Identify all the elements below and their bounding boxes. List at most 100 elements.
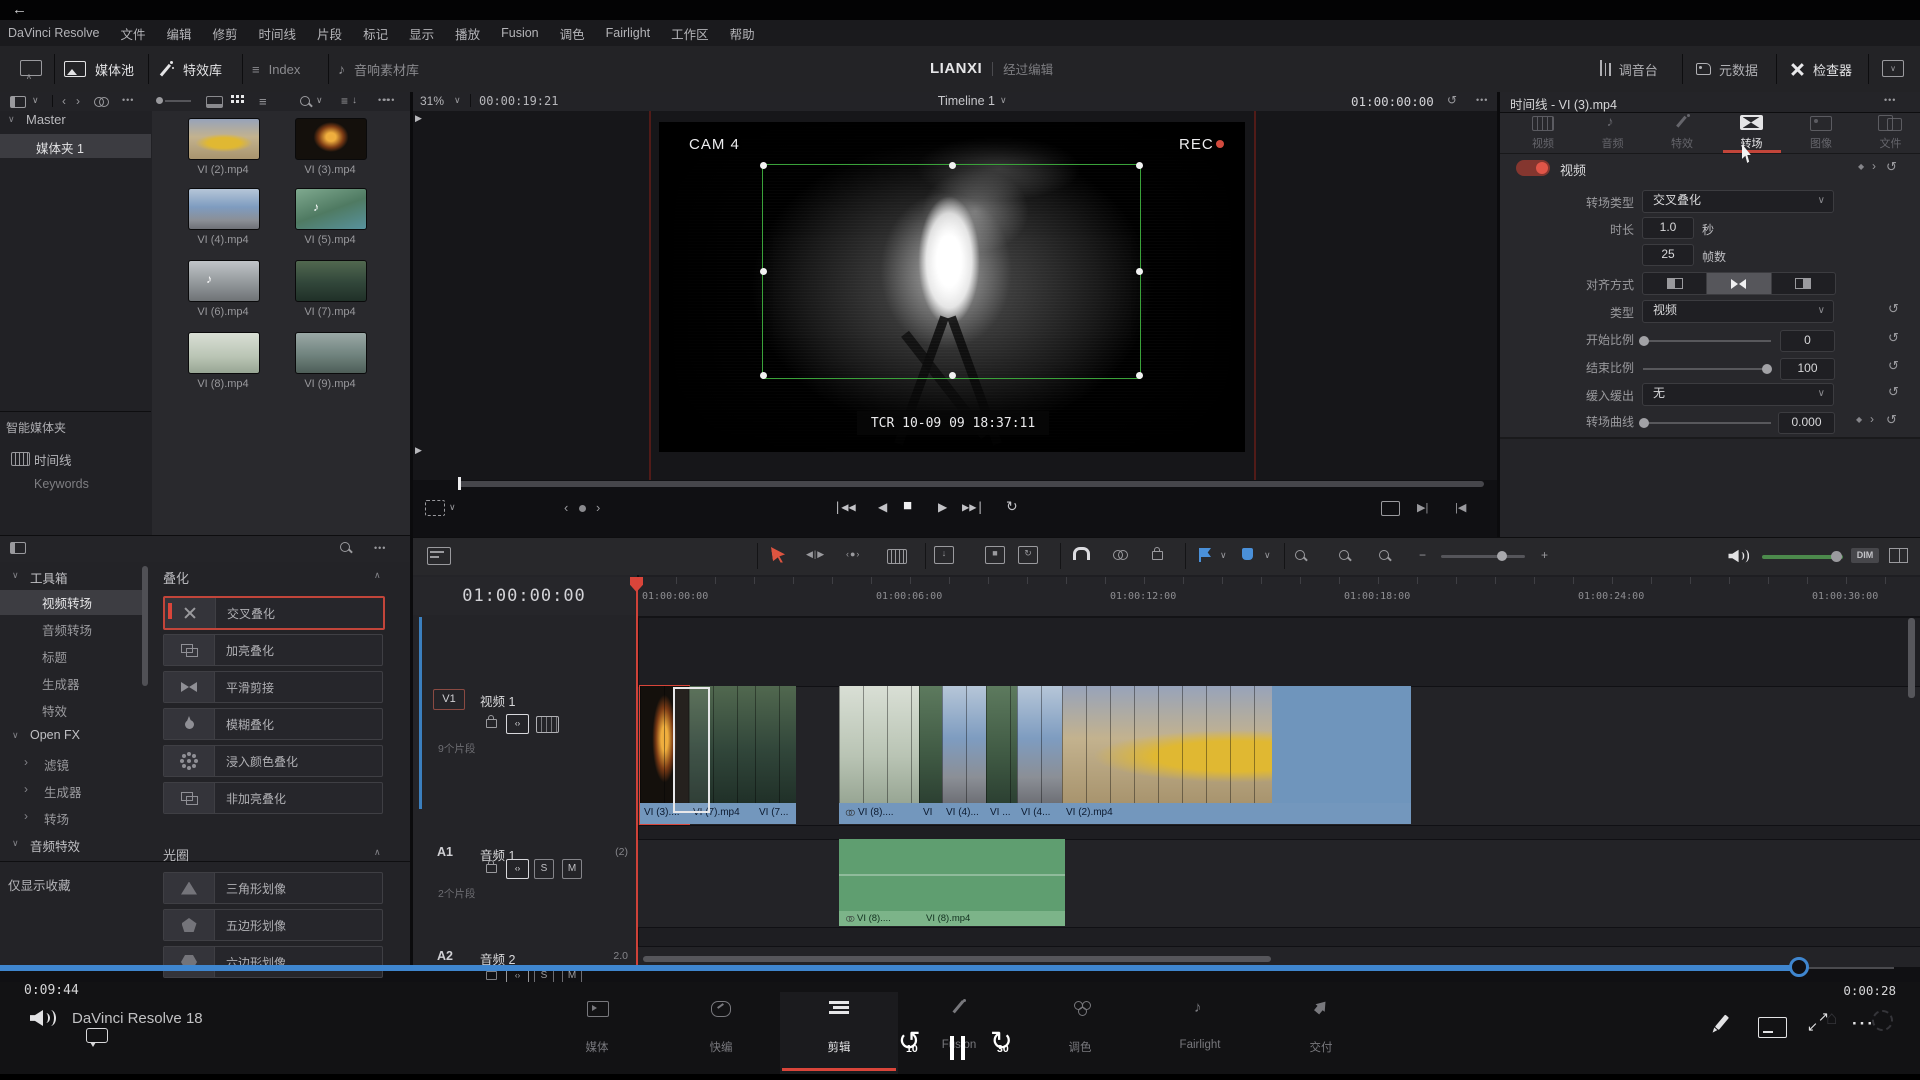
zoom-slider-track[interactable] <box>1441 555 1525 558</box>
mp-clip-name[interactable]: VI (6).mp4 <box>176 306 270 320</box>
end-ratio-value[interactable]: 100 <box>1780 358 1835 380</box>
mp-bin-master[interactable]: Master <box>26 112 146 130</box>
duration-seconds-input[interactable]: 1.0 <box>1642 217 1694 239</box>
track-a2-name[interactable]: 音频 2 <box>480 949 570 965</box>
viewer-more-icon[interactable]: ••• <box>383 95 395 105</box>
curve-keyframe-icon[interactable]: ◆ <box>1856 415 1866 425</box>
player-volume-icon[interactable] <box>30 1008 54 1028</box>
menu-item-编辑[interactable]: 编辑 <box>167 24 192 43</box>
goto-start-button[interactable]: |◀◀ <box>834 500 868 516</box>
end-ratio-knob[interactable] <box>1762 364 1772 374</box>
zoom-full-extent-icon[interactable] <box>1295 550 1305 560</box>
end-reset-icon[interactable]: ↺ <box>1888 358 1899 374</box>
collapse-toolbar-button[interactable]: ∨ <box>1882 60 1904 77</box>
fx-effect-item[interactable]: 交叉叠化 <box>163 596 385 630</box>
timeline-video-clip[interactable]: VI (7... <box>755 686 796 824</box>
dynamic-trim-icon[interactable]: ‹●› <box>846 549 872 562</box>
mp-clip-thumb[interactable] <box>188 188 260 230</box>
timeline-video-clip[interactable]: VI (4... <box>1017 686 1062 824</box>
player-progress-played[interactable] <box>0 965 1800 971</box>
timeline-video-clip[interactable]: VI ... <box>986 686 1017 824</box>
align-center-button[interactable] <box>1707 273 1771 294</box>
viewer-scrubber-playhead[interactable] <box>458 477 461 490</box>
zoom-detail-icon[interactable] <box>1339 550 1349 560</box>
dim-button[interactable]: DIM <box>1851 548 1879 563</box>
tab-图像[interactable]: 图像 <box>1793 113 1849 153</box>
back-icon[interactable]: ← <box>12 1 27 18</box>
fx-effect-item[interactable]: 六边形划像 <box>163 946 383 978</box>
volume-knob[interactable] <box>1831 551 1842 562</box>
mp-master-chevron-icon[interactable]: ∨ <box>8 114 15 125</box>
tab-转场[interactable]: 转场 <box>1724 113 1780 153</box>
curve-value[interactable]: 0.000 <box>1778 412 1835 434</box>
transform-handle[interactable] <box>949 372 956 379</box>
stop-button[interactable]: ■ <box>903 497 921 515</box>
inspector-more-icon[interactable]: ••• <box>1884 95 1896 105</box>
inspector-button[interactable]: 检查器 <box>1790 54 1852 84</box>
track-a1-lock-icon[interactable] <box>486 864 497 873</box>
start-reset-icon[interactable]: ↺ <box>1888 330 1899 346</box>
curve-knob[interactable] <box>1639 418 1649 428</box>
link-clips-icon[interactable] <box>1113 550 1127 559</box>
player-shrink-icon[interactable]: ↗↙ <box>1808 1012 1832 1036</box>
tab-特效[interactable]: 特效 <box>1654 113 1710 153</box>
prev-edit-icon[interactable]: |◀ <box>1455 501 1477 515</box>
mp-clip-name[interactable]: VI (4).mp4 <box>176 234 270 248</box>
zoom-in-icon[interactable]: + <box>1541 548 1548 562</box>
section-keyframe-icon[interactable]: ◆ <box>1858 162 1868 172</box>
mp-more-icon[interactable]: ••• <box>122 95 134 105</box>
transform-handle[interactable] <box>760 162 767 169</box>
fx-tree-item-滤镜[interactable]: 滤镜 <box>44 755 148 773</box>
transform-handle[interactable] <box>1136 162 1143 169</box>
index-button[interactable]: ≡ Index <box>252 54 300 84</box>
tab-音频[interactable]: ♪音频 <box>1585 113 1641 153</box>
menu-item-文件[interactable]: 文件 <box>120 24 145 43</box>
ease-select[interactable]: 无∨ <box>1642 383 1834 406</box>
fx-tree-caret-icon[interactable]: ∨ <box>12 570 19 581</box>
viewer-scrubber-track[interactable] <box>458 481 1484 487</box>
mp-clip-name[interactable]: VI (7).mp4 <box>283 306 377 320</box>
fx-tree-caret-icon[interactable]: › <box>24 755 28 769</box>
track-v1-view-icon[interactable] <box>536 716 559 733</box>
player-skip-forward-button[interactable]: ↻30 <box>988 1030 1024 1068</box>
snapping-magnet-icon[interactable] <box>1073 547 1090 560</box>
track-v1-name[interactable]: 视频 1 <box>480 691 580 707</box>
end-ratio-track[interactable] <box>1643 368 1771 370</box>
menu-item-播放[interactable]: 播放 <box>455 24 480 43</box>
mp-clip-name[interactable]: VI (5).mp4 <box>283 234 377 248</box>
fx-effect-item[interactable]: 三角形划像 <box>163 872 383 904</box>
page-快编[interactable]: 快编 <box>681 999 761 1069</box>
zoom-out-icon[interactable]: − <box>1419 548 1426 562</box>
timeline-hscrollbar[interactable] <box>643 956 1271 962</box>
viewer-zoom-chevron-icon[interactable]: ∨ <box>454 95 461 106</box>
mp-filmstrip-view-icon[interactable] <box>206 96 223 108</box>
video-enable-toggle[interactable] <box>1516 160 1550 176</box>
zoom-custom-icon[interactable] <box>1379 550 1389 560</box>
timeline-view-options-icon[interactable] <box>427 547 451 565</box>
type-reset-icon[interactable]: ↺ <box>1888 301 1899 317</box>
mp-clip-name[interactable]: VI (2).mp4 <box>176 164 270 178</box>
menu-item-Fusion[interactable]: Fusion <box>501 26 539 40</box>
page-媒体[interactable]: 媒体 <box>557 999 637 1069</box>
player-skip-back-button[interactable]: ↺10 <box>896 1030 932 1068</box>
fx-tree-caret-icon[interactable]: › <box>24 782 28 796</box>
curve-track[interactable] <box>1643 422 1771 424</box>
type-select[interactable]: 视频∨ <box>1642 300 1834 323</box>
menu-item-时间线[interactable]: 时间线 <box>259 24 297 43</box>
mp-search-icon[interactable] <box>300 96 310 106</box>
jog-dot-icon[interactable] <box>579 505 586 512</box>
fx-tree-caret-icon[interactable]: › <box>24 809 28 823</box>
track-a1-solo-button[interactable]: S <box>534 859 554 879</box>
menu-item-标记[interactable]: 标记 <box>363 24 388 43</box>
media-pool-button[interactable]: 媒体池 <box>64 54 134 84</box>
transform-handle[interactable] <box>760 372 767 379</box>
fx-tree-item-生成器[interactable]: 生成器 <box>44 782 148 800</box>
transition-overlay[interactable] <box>673 687 710 813</box>
fx-panel-toggle-icon[interactable] <box>10 542 26 554</box>
fx-effect-item[interactable]: 模糊叠化 <box>163 708 383 740</box>
transform-handle[interactable] <box>760 268 767 275</box>
transform-handle[interactable] <box>1136 268 1143 275</box>
viewer-video-frame[interactable]: CAM 4RECTCR 10-09 09 18:37:11 <box>659 122 1245 452</box>
marker-icon[interactable] <box>1242 548 1253 560</box>
menu-item-帮助[interactable]: 帮助 <box>730 24 755 43</box>
